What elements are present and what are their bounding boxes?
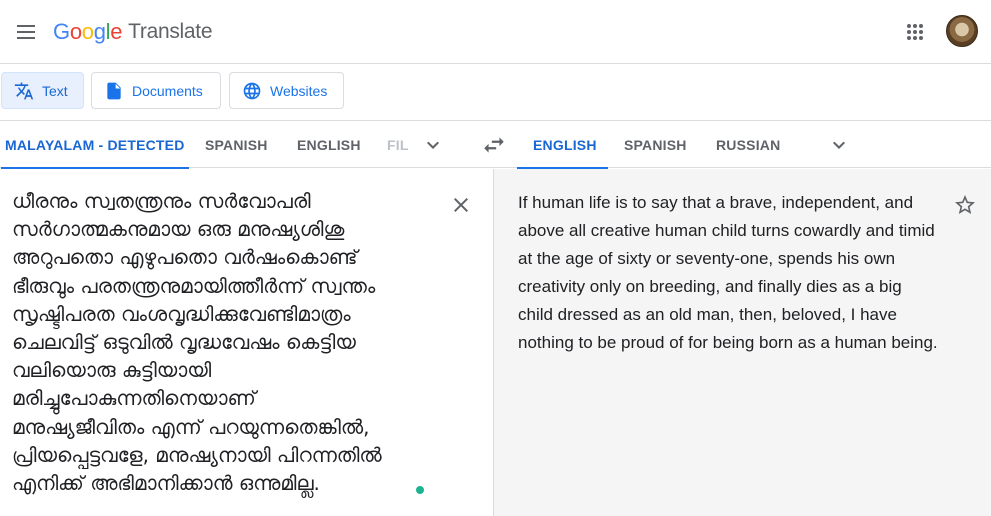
translation-panel: If human life is to say that a brave, in… bbox=[494, 169, 991, 516]
source-lang-more-chevron-down-icon[interactable] bbox=[421, 133, 445, 157]
globe-icon bbox=[243, 82, 261, 99]
status-dot bbox=[416, 486, 424, 494]
main-menu-icon[interactable] bbox=[10, 16, 42, 48]
google-translate-logo[interactable]: Google Translate bbox=[53, 16, 213, 48]
save-translation-star-icon[interactable] bbox=[953, 193, 977, 217]
target-lang-tab-russian[interactable]: RUSSIAN bbox=[712, 121, 784, 168]
google-apps-icon[interactable] bbox=[899, 16, 931, 48]
source-text-input[interactable]: ധീരനും സ്വതന്ത്രനും സർവോപരി സർഗാത്മകനുമാ… bbox=[12, 187, 432, 497]
swap-languages-icon[interactable] bbox=[481, 132, 507, 158]
source-lang-tab-spanish[interactable]: SPANISH bbox=[201, 121, 272, 168]
documents-mode-button[interactable]: Documents bbox=[91, 72, 221, 109]
translate-icon bbox=[14, 82, 34, 99]
text-mode-label: Text bbox=[42, 82, 68, 99]
source-lang-tab-detected[interactable]: MALAYALAM - DETECTED bbox=[1, 121, 189, 169]
source-lang-tab-english[interactable]: ENGLISH bbox=[293, 121, 365, 168]
account-avatar[interactable] bbox=[946, 15, 978, 47]
logo-letter: o bbox=[81, 19, 94, 44]
logo-letter: e bbox=[110, 19, 123, 44]
product-name: Translate bbox=[128, 20, 213, 43]
logo-letter: G bbox=[53, 19, 70, 44]
logo-letter: g bbox=[93, 19, 106, 44]
app-header: Google Translate bbox=[0, 0, 991, 64]
websites-mode-label: Websites bbox=[270, 82, 328, 99]
document-icon bbox=[107, 82, 121, 99]
language-bar: MALAYALAM - DETECTED SPANISH ENGLISH FIL… bbox=[0, 120, 991, 169]
clear-source-close-icon[interactable] bbox=[449, 193, 473, 217]
target-lang-tab-english[interactable]: ENGLISH bbox=[517, 121, 608, 169]
websites-mode-button[interactable]: Websites bbox=[229, 72, 344, 109]
translation-output: If human life is to say that a brave, in… bbox=[518, 193, 938, 352]
target-lang-tab-spanish[interactable]: SPANISH bbox=[620, 121, 691, 168]
source-lang-tab-filipino[interactable]: FIL bbox=[383, 121, 413, 168]
documents-mode-label: Documents bbox=[132, 82, 203, 99]
target-lang-more-chevron-down-icon[interactable] bbox=[827, 133, 851, 157]
text-mode-button[interactable]: Text bbox=[1, 72, 84, 109]
source-panel: ധീരനും സ്വതന്ത്രനും സർവോപരി സർഗാത്മകനുമാ… bbox=[0, 169, 494, 516]
logo-letter: o bbox=[69, 19, 82, 44]
